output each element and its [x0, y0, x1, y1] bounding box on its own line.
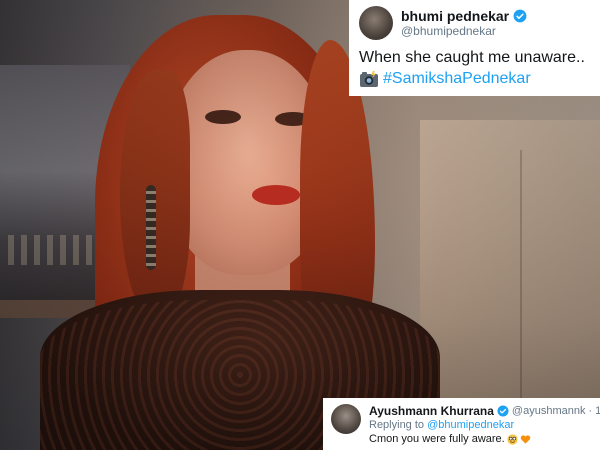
replying-to: Replying to @bhumipednekar	[369, 418, 600, 432]
display-name[interactable]: bhumi pednekar	[401, 8, 509, 24]
reply-text-row: Cmon you were fully aware.	[369, 432, 600, 446]
display-name[interactable]: Ayushmann Khurrana	[369, 404, 494, 418]
handle[interactable]: @bhumipednekar	[401, 25, 527, 38]
author-name-wrap: bhumi pednekar	[401, 8, 527, 24]
handle[interactable]: @ayushmannk	[512, 404, 586, 418]
reply-body: Ayushmann Khurrana @ayushmannk · 1h Repl…	[369, 404, 600, 446]
avatar[interactable]	[331, 404, 361, 434]
replying-prefix: Replying to	[369, 419, 425, 431]
camera-flash-emoji-icon	[360, 71, 378, 87]
separator: ·	[588, 405, 593, 417]
hashtag-line: #SamikshaPednekar	[359, 69, 592, 89]
reply-text: Cmon you were fully aware.	[369, 433, 505, 445]
tweet-text: When she caught me unaware..	[359, 49, 585, 66]
tweet-author-row: bhumi pednekar @bhumipednekar	[359, 6, 592, 40]
nerd-face-emoji-icon	[507, 433, 518, 445]
tweet-card-top: bhumi pednekar @bhumipednekar When she c…	[349, 0, 600, 96]
reply-header: Ayushmann Khurrana @ayushmannk · 1h	[369, 404, 600, 418]
hashtag-link[interactable]: #SamikshaPednekar	[383, 69, 531, 89]
tweet-card-bottom: Ayushmann Khurrana @ayushmannk · 1h Repl…	[323, 398, 600, 450]
timestamp[interactable]: 1h	[595, 404, 600, 418]
mention-link[interactable]: @bhumipednekar	[427, 419, 514, 431]
author-names: bhumi pednekar @bhumipednekar	[401, 8, 527, 39]
orange-heart-emoji-icon	[520, 434, 530, 444]
avatar[interactable]	[359, 6, 393, 40]
verified-badge-icon	[513, 9, 527, 23]
verified-badge-icon	[497, 405, 509, 417]
